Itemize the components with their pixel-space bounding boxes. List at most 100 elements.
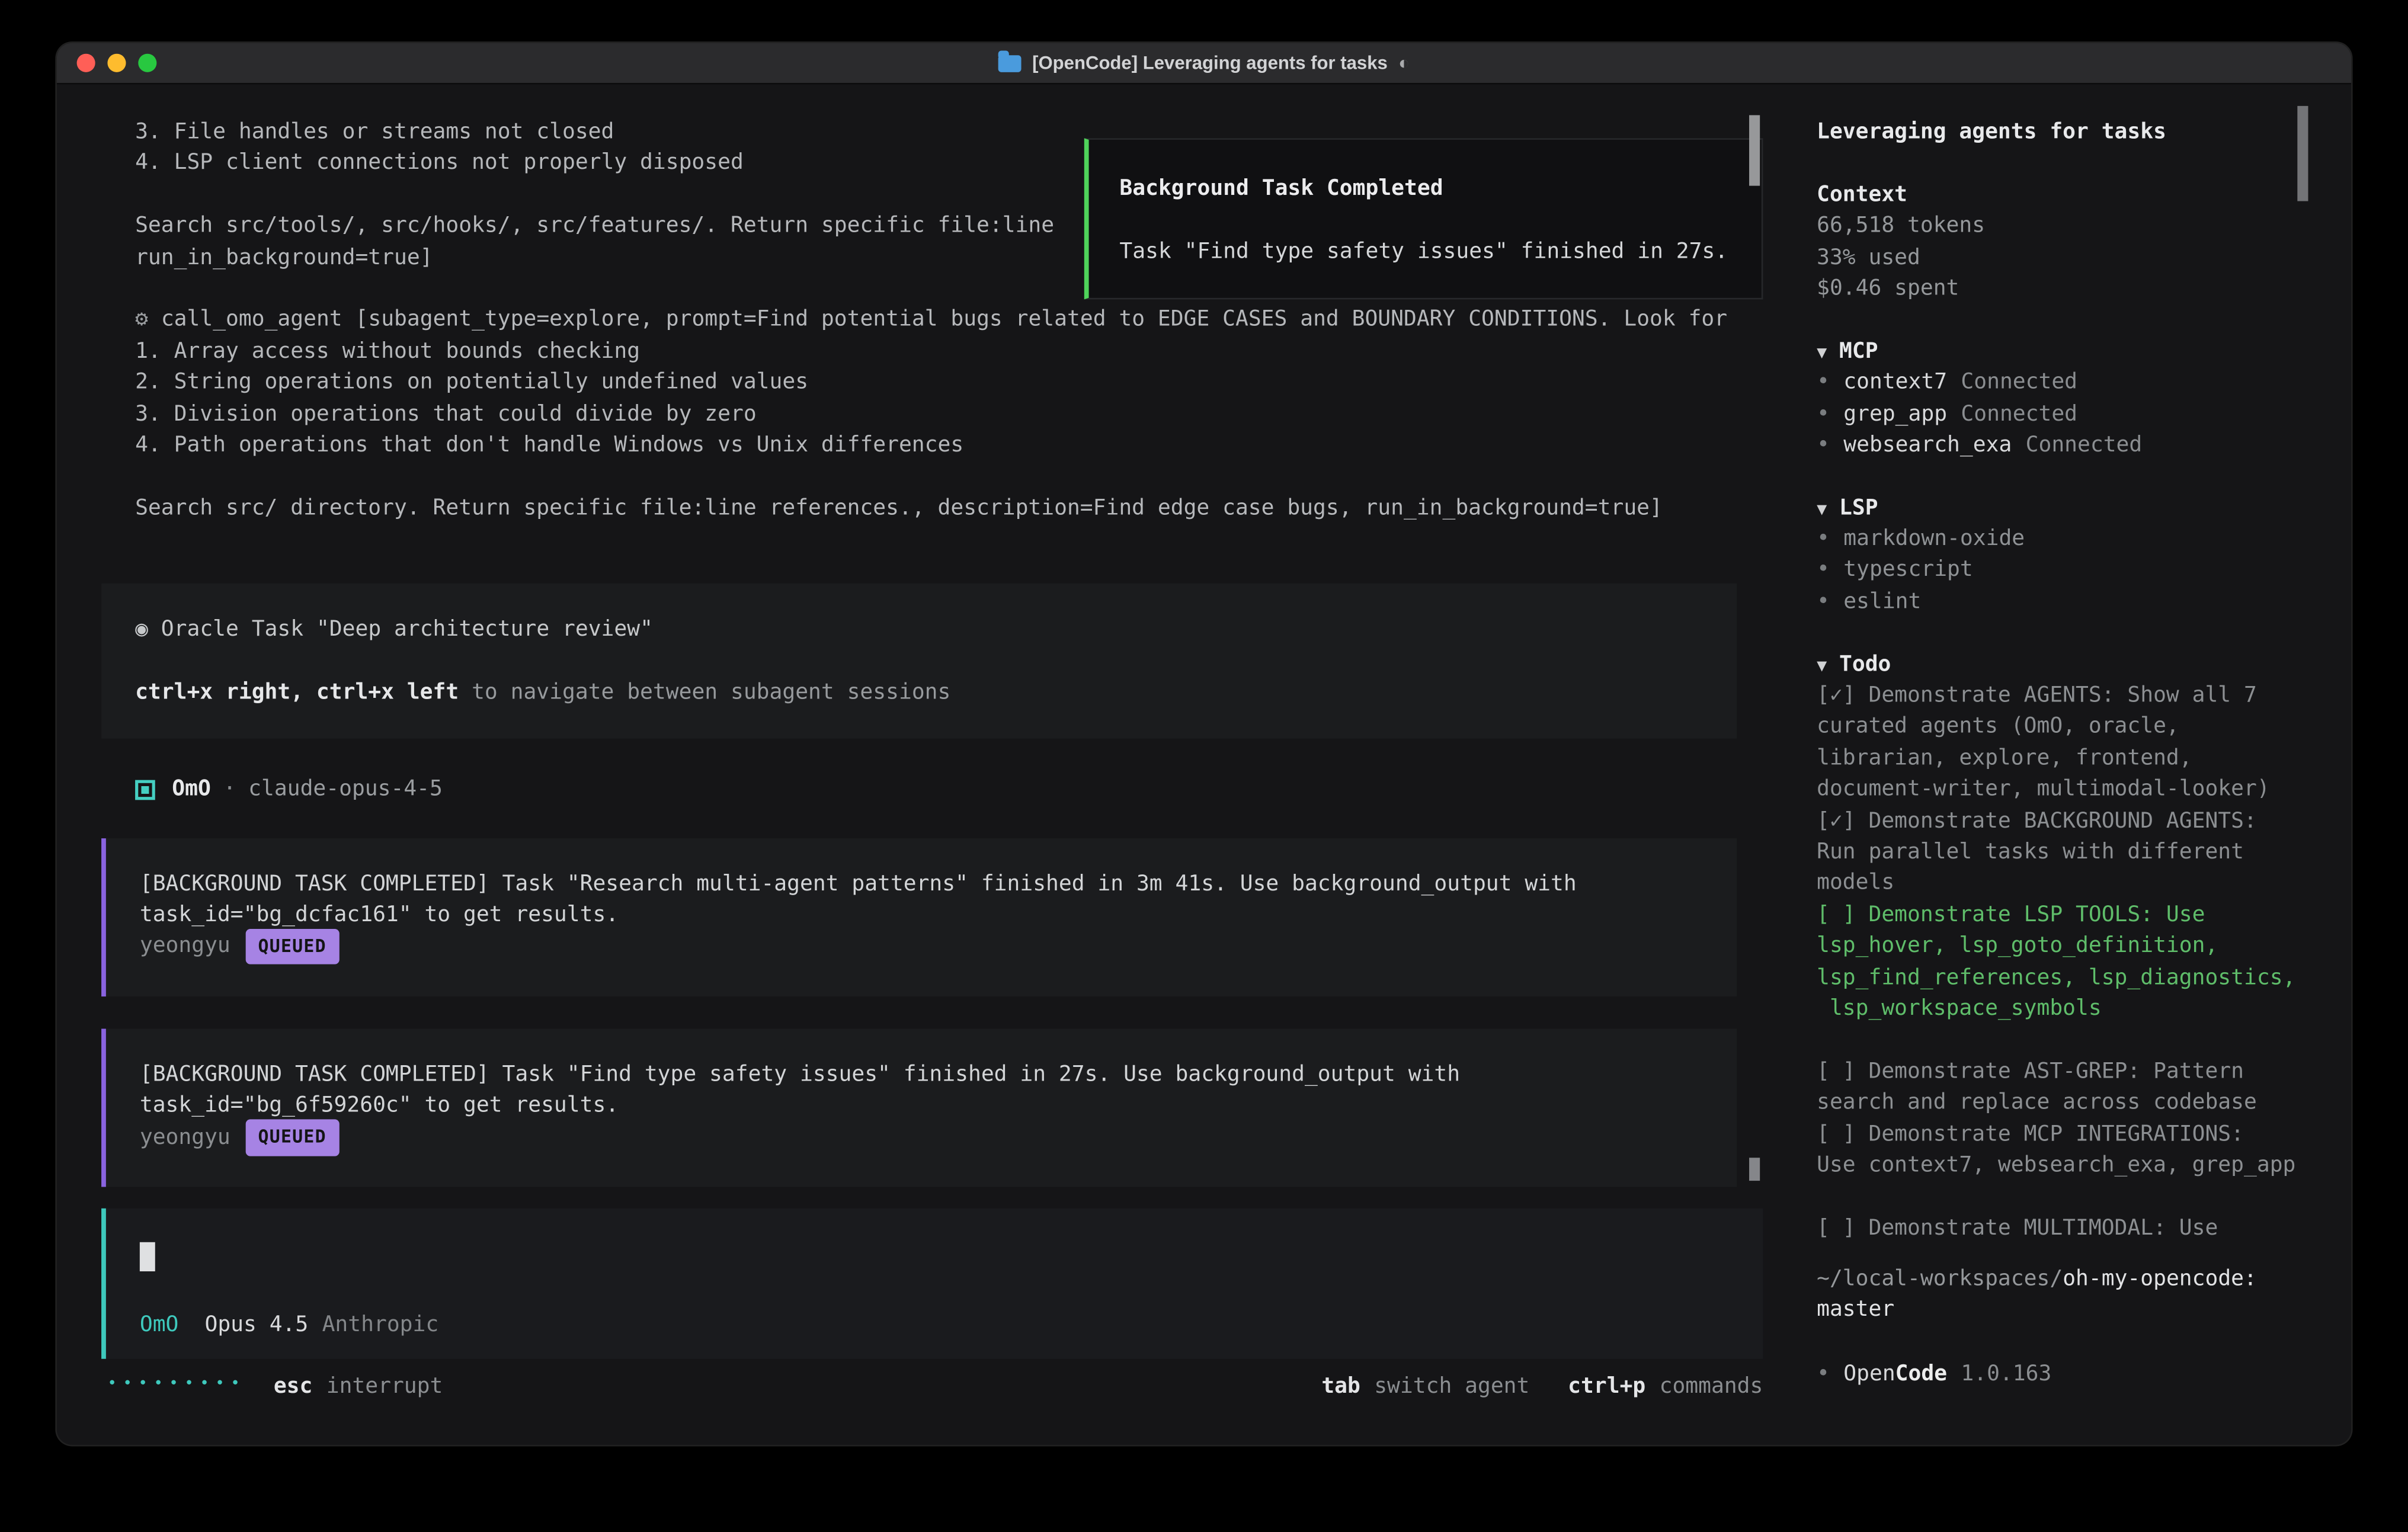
context-header: Context	[1817, 180, 2308, 211]
mcp-section: ▼MCP •context7Connected•grep_appConnecte…	[1817, 336, 2308, 461]
close-window-button[interactable]	[77, 54, 95, 72]
oracle-task-panel[interactable]: ◉ Oracle Task "Deep architecture review"…	[101, 584, 1737, 739]
zoom-window-button[interactable]	[138, 54, 156, 72]
mcp-header-label: MCP	[1839, 339, 1878, 363]
oracle-hint-keys: ctrl+x right, ctrl+x left	[135, 680, 459, 704]
toast-body: Task "Find type safety issues" finished …	[1119, 236, 1731, 268]
agent-name: OmO	[172, 774, 211, 806]
separator-dot: ·	[223, 774, 236, 806]
oracle-task-title-line: ◉ Oracle Task "Deep architecture review"	[135, 614, 1703, 646]
tool-call-block: ⚙ call_omo_agent [subagent_type=explore,…	[135, 305, 1737, 524]
workspace-path: ~/local-workspaces/oh-my-opencode: maste…	[1817, 1264, 2308, 1326]
spinner-dots-icon: •••••••••	[107, 1370, 246, 1401]
task-author: yeongyu	[140, 1122, 230, 1153]
esc-key-desc: interrupt	[326, 1371, 443, 1402]
todo-line: Run parallel tasks with different	[1817, 836, 2308, 868]
input-meta: OmO Opus 4.5 Anthropic	[140, 1309, 1730, 1341]
lsp-server-row: • typescript	[1817, 555, 2308, 586]
todo-item: [✓] Demonstrate AGENTS: Show all 7curate…	[1817, 680, 2308, 805]
context-used: 33% used	[1817, 242, 2308, 273]
gear-icon: ⚙	[135, 307, 148, 332]
lsp-section-header[interactable]: ▼ LSP	[1817, 492, 2308, 524]
input-agent-name[interactable]: OmO	[140, 1309, 179, 1341]
todo-line: curated agents (OmO, oracle,	[1817, 711, 2308, 743]
lsp-server-name: typescript	[1843, 558, 1972, 582]
mcp-server-status: Connected	[2026, 433, 2143, 457]
chat-scrollbar-thumb[interactable]	[1749, 115, 1760, 185]
todo-line: [ ] Demonstrate MCP INTEGRATIONS:	[1817, 1118, 2308, 1150]
chat-pane: 3. File handles or streams not closed4. …	[57, 85, 1792, 1445]
background-task-notice: [BACKGROUND TASK COMPLETED] Task "Resear…	[101, 838, 1737, 996]
todo-line: [✓] Demonstrate BACKGROUND AGENTS:	[1817, 806, 2308, 837]
lsp-header-label: LSP	[1839, 495, 1878, 520]
mcp-section-header[interactable]: ▼ MCP	[1817, 336, 2308, 367]
mcp-server-row: •grep_appConnected	[1817, 399, 2308, 430]
todo-item: [ ] Demonstrate MCP INTEGRATIONS:Use con…	[1817, 1118, 2308, 1181]
opencode-version-number: 1.0.163	[1961, 1358, 2051, 1390]
todo-header-label: Todo	[1839, 652, 1891, 677]
chevron-down-icon: ▼	[1817, 499, 1827, 519]
queued-badge: QUEUED	[246, 1120, 339, 1156]
opencode-name-regular: Open	[1843, 1358, 1895, 1390]
text-line: 3. Division operations that could divide…	[135, 399, 1737, 430]
mcp-server-name: websearch_exa	[1843, 433, 2012, 457]
task-notice-meta: yeongyu QUEUED	[140, 1122, 1703, 1153]
minimize-window-button[interactable]	[107, 54, 126, 72]
agent-model: claude-opus-4-5	[248, 774, 443, 806]
mcp-server-status: Connected	[1961, 402, 2077, 426]
workspace-branch: master	[1817, 1295, 2308, 1326]
task-notice-line1: [BACKGROUND TASK COMPLETED] Task "Resear…	[140, 868, 1703, 900]
bullet-icon: •	[1817, 558, 1830, 582]
todo-line: [✓] Demonstrate AGENTS: Show all 7	[1817, 680, 2308, 711]
opencode-window: [OpenCode] Leveraging agents for tasks ◐…	[57, 43, 2351, 1445]
sidebar-scrollbar-thumb[interactable]	[2297, 106, 2308, 201]
main-content: 3. File handles or streams not closed4. …	[57, 85, 2351, 1445]
tab-key-hint: tab	[1321, 1371, 1360, 1402]
opencode-name-bold: Code	[1895, 1358, 1947, 1390]
todo-line: models	[1817, 868, 2308, 899]
task-notice-line2: task_id="bg_dcfac161" to get results.	[140, 900, 1703, 931]
bullet-icon: •	[1817, 589, 1830, 614]
context-spent: $0.46 spent	[1817, 273, 2308, 305]
prompt-input[interactable]: OmO Opus 4.5 Anthropic	[101, 1209, 1763, 1359]
chevron-down-icon: ▼	[1817, 655, 1827, 675]
todo-line: search and replace across codebase	[1817, 1087, 2308, 1118]
task-notice-meta: yeongyu QUEUED	[140, 931, 1703, 963]
background-task-toast: Background Task Completed Task "Find typ…	[1084, 138, 1763, 300]
titlebar: [OpenCode] Leveraging agents for tasks ◐	[57, 43, 2351, 85]
mcp-server-status: Connected	[1961, 370, 2077, 395]
input-model-name[interactable]: Opus 4.5	[204, 1309, 308, 1341]
lsp-server-row: • eslint	[1817, 586, 2308, 618]
lsp-server-name: markdown-oxide	[1843, 527, 2025, 551]
todo-line: [ ] Demonstrate AST-GREP: Pattern	[1817, 1056, 2308, 1087]
oracle-hint-text: to navigate between subagent sessions	[459, 680, 950, 704]
tab-key-desc: switch agent	[1374, 1371, 1529, 1402]
agent-header: OmO · claude-opus-4-5	[135, 774, 1737, 806]
text-cursor	[140, 1242, 155, 1271]
text-line: 1. Array access without bounds checking	[135, 336, 1737, 367]
task-notice-line2: task_id="bg_6f59260c" to get results.	[140, 1091, 1703, 1122]
toast-title: Background Task Completed	[1119, 174, 1731, 205]
mcp-entries: •context7Connected•grep_appConnected•web…	[1817, 367, 2308, 461]
todo-section: ▼ Todo [✓] Demonstrate AGENTS: Show all 7…	[1817, 649, 2308, 1243]
session-title: Leveraging agents for tasks	[1817, 117, 2308, 148]
agent-square-icon	[135, 780, 155, 800]
ctrlp-key-desc: commands	[1660, 1371, 1763, 1402]
chevron-down-icon: ▼	[1817, 342, 1827, 362]
bullet-icon: •	[1817, 402, 1830, 426]
todo-line: [ ] Demonstrate LSP TOOLS: Use	[1817, 899, 2308, 931]
chat-scrollbar-thumb-bottom[interactable]	[1749, 1158, 1760, 1181]
todo-item: [ ] Demonstrate AST-GREP: Patternsearch …	[1817, 1056, 2308, 1118]
todo-list: [✓] Demonstrate AGENTS: Show all 7curate…	[1817, 680, 2308, 1243]
lsp-server-row: •markdown-oxide	[1817, 524, 2308, 555]
bullet-icon: •	[1817, 370, 1830, 395]
tool-call-first-line: ⚙ call_omo_agent [subagent_type=explore,…	[135, 305, 1737, 336]
lsp-server-name: eslint	[1843, 589, 1921, 614]
todo-line: document-writer, multimodal-looker)	[1817, 774, 2308, 806]
mcp-server-name: context7	[1843, 370, 1947, 395]
todo-section-header[interactable]: ▼ Todo	[1817, 649, 2308, 680]
input-provider-name: Anthropic	[322, 1309, 439, 1341]
opencode-version: • OpenCode 1.0.163	[1817, 1358, 2308, 1390]
bullet-icon: •	[1817, 1358, 1830, 1390]
lsp-entries: •markdown-oxide • typescript • eslint	[1817, 524, 2308, 618]
